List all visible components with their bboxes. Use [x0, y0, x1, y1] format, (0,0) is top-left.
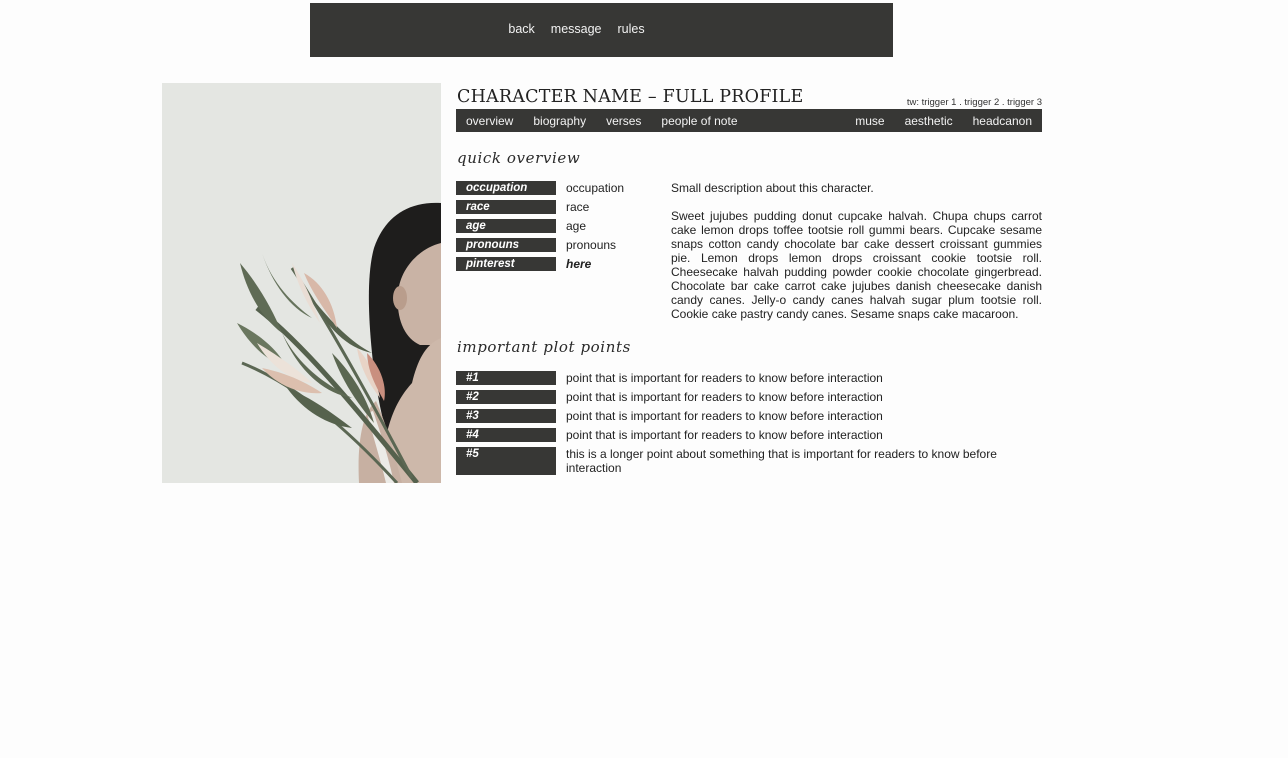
nav-back-link[interactable]: back	[508, 22, 534, 36]
plot-point-number: #3	[456, 409, 556, 423]
top-navigation-bar: back message rules	[310, 3, 893, 57]
tab-overview[interactable]: overview	[466, 114, 513, 128]
title-row: CHARACTER NAME – FULL PROFILE tw: trigge…	[456, 83, 1042, 109]
fact-row: age age	[456, 219, 666, 238]
tab-muse[interactable]: muse	[855, 114, 884, 128]
fact-row: pronouns pronouns	[456, 238, 666, 257]
tab-headcanon[interactable]: headcanon	[973, 114, 1032, 128]
nav-rules-link[interactable]: rules	[618, 22, 645, 36]
plot-point: #2 point that is important for readers t…	[456, 390, 1042, 404]
fact-value: occupation	[566, 181, 625, 195]
tab-verses[interactable]: verses	[606, 114, 641, 128]
woman-with-lilies-image	[162, 83, 441, 483]
nav-message-link[interactable]: message	[551, 22, 602, 36]
plot-point-number: #2	[456, 390, 556, 404]
profile-tabs: overview biography verses people of note…	[456, 109, 1042, 132]
top-nav: back message rules	[310, 22, 893, 36]
pinterest-link[interactable]: here	[566, 257, 591, 271]
fact-label: age	[456, 219, 556, 233]
plot-point: #5 this is a longer point about somethin…	[456, 447, 1042, 475]
fact-row: pinterest here	[456, 257, 666, 276]
plot-point-text: point that is important for readers to k…	[566, 409, 883, 423]
fact-row: race race	[456, 200, 666, 219]
fact-label: pronouns	[456, 238, 556, 252]
plot-point-text: point that is important for readers to k…	[566, 428, 883, 442]
plot-point-number: #4	[456, 428, 556, 442]
plot-points-list: #1 point that is important for readers t…	[456, 371, 1042, 480]
fact-value: pronouns	[566, 238, 617, 252]
fact-label: race	[456, 200, 556, 214]
tab-people-of-note[interactable]: people of note	[661, 114, 737, 128]
plot-points-heading: important plot points	[457, 338, 631, 356]
page-title: CHARACTER NAME – FULL PROFILE	[457, 87, 804, 107]
fact-value: age	[566, 219, 587, 233]
fact-row: occupation occupation	[456, 181, 666, 200]
plot-point-text: point that is important for readers to k…	[566, 371, 883, 385]
quick-overview-heading: quick overview	[457, 149, 581, 167]
plot-point-text: this is a longer point about something t…	[566, 447, 997, 475]
tab-biography[interactable]: biography	[533, 114, 586, 128]
trigger-warnings: tw: trigger 1 . trigger 2 . trigger 3	[906, 97, 1042, 108]
character-description: Small description about this character. …	[671, 181, 1042, 335]
quick-facts: occupation occupation race race age age …	[456, 181, 666, 276]
plot-point-text: point that is important for readers to k…	[566, 390, 883, 404]
short-description: Small description about this character.	[671, 181, 874, 195]
fact-value: race	[566, 200, 590, 214]
plot-point-number: #5	[456, 447, 556, 475]
plot-point-number: #1	[456, 371, 556, 385]
plot-point: #4 point that is important for readers t…	[456, 428, 1042, 442]
fact-label: occupation	[456, 181, 556, 195]
plot-point: #3 point that is important for readers t…	[456, 409, 1042, 423]
character-photo	[162, 83, 441, 483]
long-description: Sweet jujubes pudding donut cupcake halv…	[671, 209, 1042, 321]
fact-label: pinterest	[456, 257, 556, 271]
plot-point: #1 point that is important for readers t…	[456, 371, 1042, 385]
tab-aesthetic[interactable]: aesthetic	[905, 114, 953, 128]
profile-main: CHARACTER NAME – FULL PROFILE tw: trigge…	[456, 83, 1042, 475]
